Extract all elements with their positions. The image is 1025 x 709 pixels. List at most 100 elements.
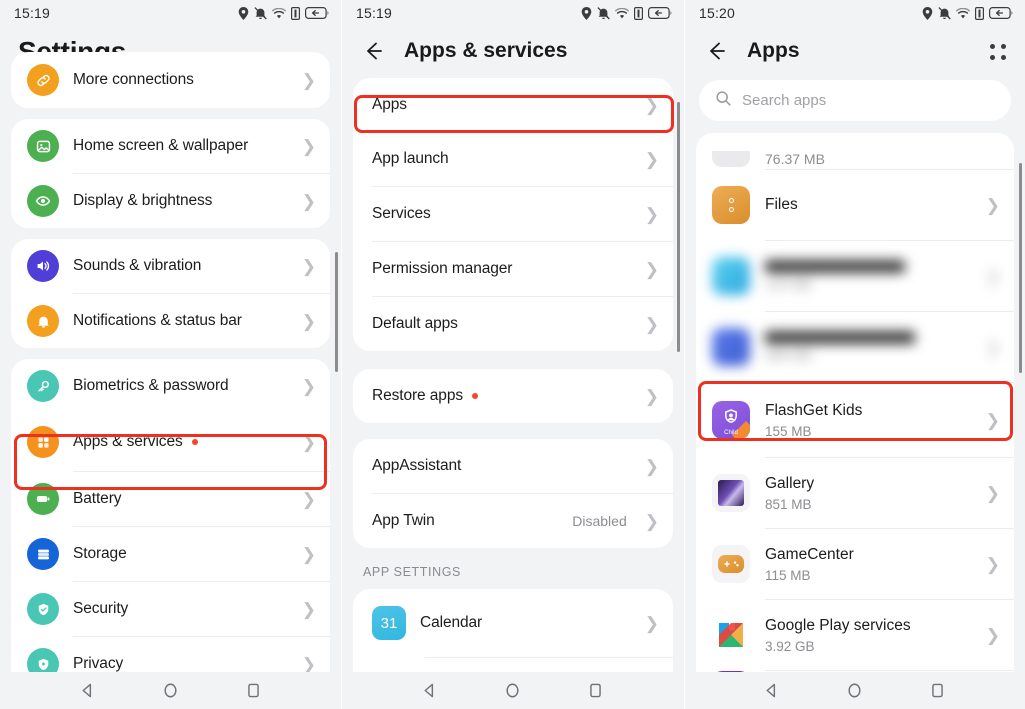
sidebar-item-display-brightness[interactable]: Display & brightness ❯ [11, 174, 330, 228]
search-input[interactable]: Search apps [699, 80, 1011, 121]
sidebar-item-apps-services[interactable]: Apps & services ❯ [11, 413, 330, 471]
list-item-label: Apps [372, 96, 407, 113]
list-item-app-blurred-1[interactable]: 120 MB ❯ [696, 241, 1014, 311]
battery-charging-icon [648, 7, 672, 19]
nav-bar-3 [685, 672, 1025, 709]
list-item-restore-apps[interactable]: Restore apps ❯ [353, 369, 673, 423]
scrollbar-thumb[interactable] [1019, 163, 1022, 373]
chevron-right-icon: ❯ [301, 654, 316, 674]
sidebar-item-storage[interactable]: Storage ❯ [11, 527, 330, 581]
list-item-gallery[interactable]: Gallery 851 MB ❯ [696, 458, 1014, 528]
chevron-right-icon: ❯ [644, 95, 659, 115]
apps-services-scroll-area: Apps ❯ App launch ❯ Services ❯ Permissio… [342, 78, 684, 709]
recents-icon[interactable] [244, 681, 264, 701]
chevron-right-icon: ❯ [985, 625, 1000, 645]
list-item-files[interactable]: Files ❯ [696, 170, 1014, 240]
back-icon[interactable] [420, 681, 440, 701]
list-item-apps[interactable]: Apps ❯ [353, 78, 673, 132]
search-placeholder: Search apps [742, 92, 827, 109]
group-restore-apps: Restore apps ❯ [353, 369, 673, 423]
list-item-label: Calendar [420, 614, 483, 631]
chevron-right-icon: ❯ [644, 511, 659, 531]
status-icons [238, 6, 329, 20]
sidebar-item-sounds-vibration[interactable]: Sounds & vibration ❯ [11, 239, 330, 293]
recents-icon[interactable] [586, 681, 606, 701]
list-item-app-twin[interactable]: App Twin Disabled ❯ [353, 494, 673, 548]
list-item-appassistant[interactable]: AppAssistant ❯ [353, 439, 673, 493]
app-name: FlashGet Kids [765, 401, 863, 419]
grid-menu-icon[interactable] [987, 41, 1009, 63]
wifi-icon [956, 7, 970, 19]
list-item-label: Default apps [372, 315, 458, 332]
app-size: 115 MB [765, 567, 811, 583]
list-item-permission-manager[interactable]: Permission manager ❯ [353, 242, 673, 296]
key-icon [27, 370, 59, 402]
recents-icon[interactable] [928, 681, 948, 701]
gamecenter-icon [712, 545, 750, 583]
status-bar-3: 15:20 [685, 0, 1025, 26]
chevron-right-icon: ❯ [644, 386, 659, 406]
battery-charging-icon [989, 7, 1013, 19]
chevron-right-icon: ❯ [301, 191, 316, 211]
settings-scroll-area: More connections ❯ Home screen & wallpap… [0, 52, 341, 691]
nav-bar-2 [342, 672, 684, 709]
app-size: 3.92 GB [765, 638, 815, 654]
list-item-google-play-services[interactable]: Google Play services 3.92 GB ❯ [696, 600, 1014, 670]
list-item-label: Restore apps [372, 387, 631, 405]
search-icon [715, 90, 732, 112]
sidebar-item-more-connections[interactable]: More connections ❯ [11, 52, 330, 108]
chevron-right-icon: ❯ [301, 599, 316, 619]
app-icon-blurred-2 [712, 328, 750, 366]
sidebar-item-label: Sounds & vibration [73, 257, 202, 274]
sidebar-item-notifications-status-bar[interactable]: Notifications & status bar ❯ [11, 294, 330, 348]
sim-card-icon [634, 6, 643, 20]
list-item-label: App launch [372, 150, 449, 167]
sidebar-item-home-screen-wallpaper[interactable]: Home screen & wallpaper ❯ [11, 119, 330, 173]
sidebar-item-label: Battery [73, 490, 122, 507]
back-arrow-icon[interactable] [703, 38, 729, 64]
app-size: 155 MB [765, 423, 812, 439]
app-size: 76.37 MB [765, 151, 825, 167]
list-item-gamecenter[interactable]: GameCenter 115 MB ❯ [696, 529, 1014, 599]
sim-card-icon [291, 6, 300, 20]
home-icon[interactable] [161, 681, 181, 701]
list-item-app-launch[interactable]: App launch ❯ [353, 132, 673, 186]
scrollbar-thumb[interactable] [677, 102, 680, 352]
status-clock: 15:19 [356, 5, 393, 21]
nav-header-3: Apps [685, 26, 1025, 78]
settings-group-apps-security: Biometrics & password ❯ Apps & services … [11, 359, 330, 691]
list-item-app-blurred-2[interactable]: 588 MB ❯ [696, 312, 1014, 382]
bell-muted-icon [938, 6, 951, 20]
list-item-app-partial-top[interactable]: 76.37 MB [696, 133, 1014, 169]
chevron-right-icon: ❯ [644, 314, 659, 334]
home-icon[interactable] [845, 681, 865, 701]
app-size: 851 MB [765, 496, 812, 512]
back-icon[interactable] [78, 681, 98, 701]
status-clock: 15:19 [14, 5, 51, 21]
page-title: Apps [747, 39, 800, 62]
list-item-calendar[interactable]: 31 Calendar ❯ [353, 589, 673, 657]
sidebar-item-security[interactable]: Security ❯ [11, 582, 330, 636]
app-name: Files [765, 196, 798, 213]
settings-group-display: Home screen & wallpaper ❯ Display & brig… [11, 119, 330, 228]
chevron-right-icon: ❯ [985, 483, 1000, 503]
battery-icon [27, 483, 59, 515]
battery-charging-icon [305, 7, 329, 19]
sidebar-item-label: Biometrics & password [73, 377, 229, 394]
apps-list-scroll-area: 76.37 MB Files ❯ 120 MB ❯ 588 MB ❯ Child… [685, 133, 1025, 701]
notification-dot [191, 438, 198, 445]
back-arrow-icon[interactable] [360, 38, 386, 64]
home-icon[interactable] [503, 681, 523, 701]
wifi-icon [615, 7, 629, 19]
sidebar-item-battery[interactable]: Battery ❯ [11, 472, 330, 526]
status-clock: 15:20 [699, 5, 736, 21]
panel-settings: 15:19 Settings More connections ❯ [0, 0, 341, 709]
back-icon[interactable] [762, 681, 782, 701]
sidebar-item-biometrics-password[interactable]: Biometrics & password ❯ [11, 359, 330, 413]
list-item-flashget-kids[interactable]: Child FlashGet Kids 155 MB ❯ [696, 383, 1014, 457]
list-item-default-apps[interactable]: Default apps ❯ [353, 297, 673, 351]
bell-icon [27, 305, 59, 337]
list-item-services[interactable]: Services ❯ [353, 187, 673, 241]
scrollbar-thumb[interactable] [335, 252, 338, 372]
chevron-right-icon: ❯ [644, 456, 659, 476]
